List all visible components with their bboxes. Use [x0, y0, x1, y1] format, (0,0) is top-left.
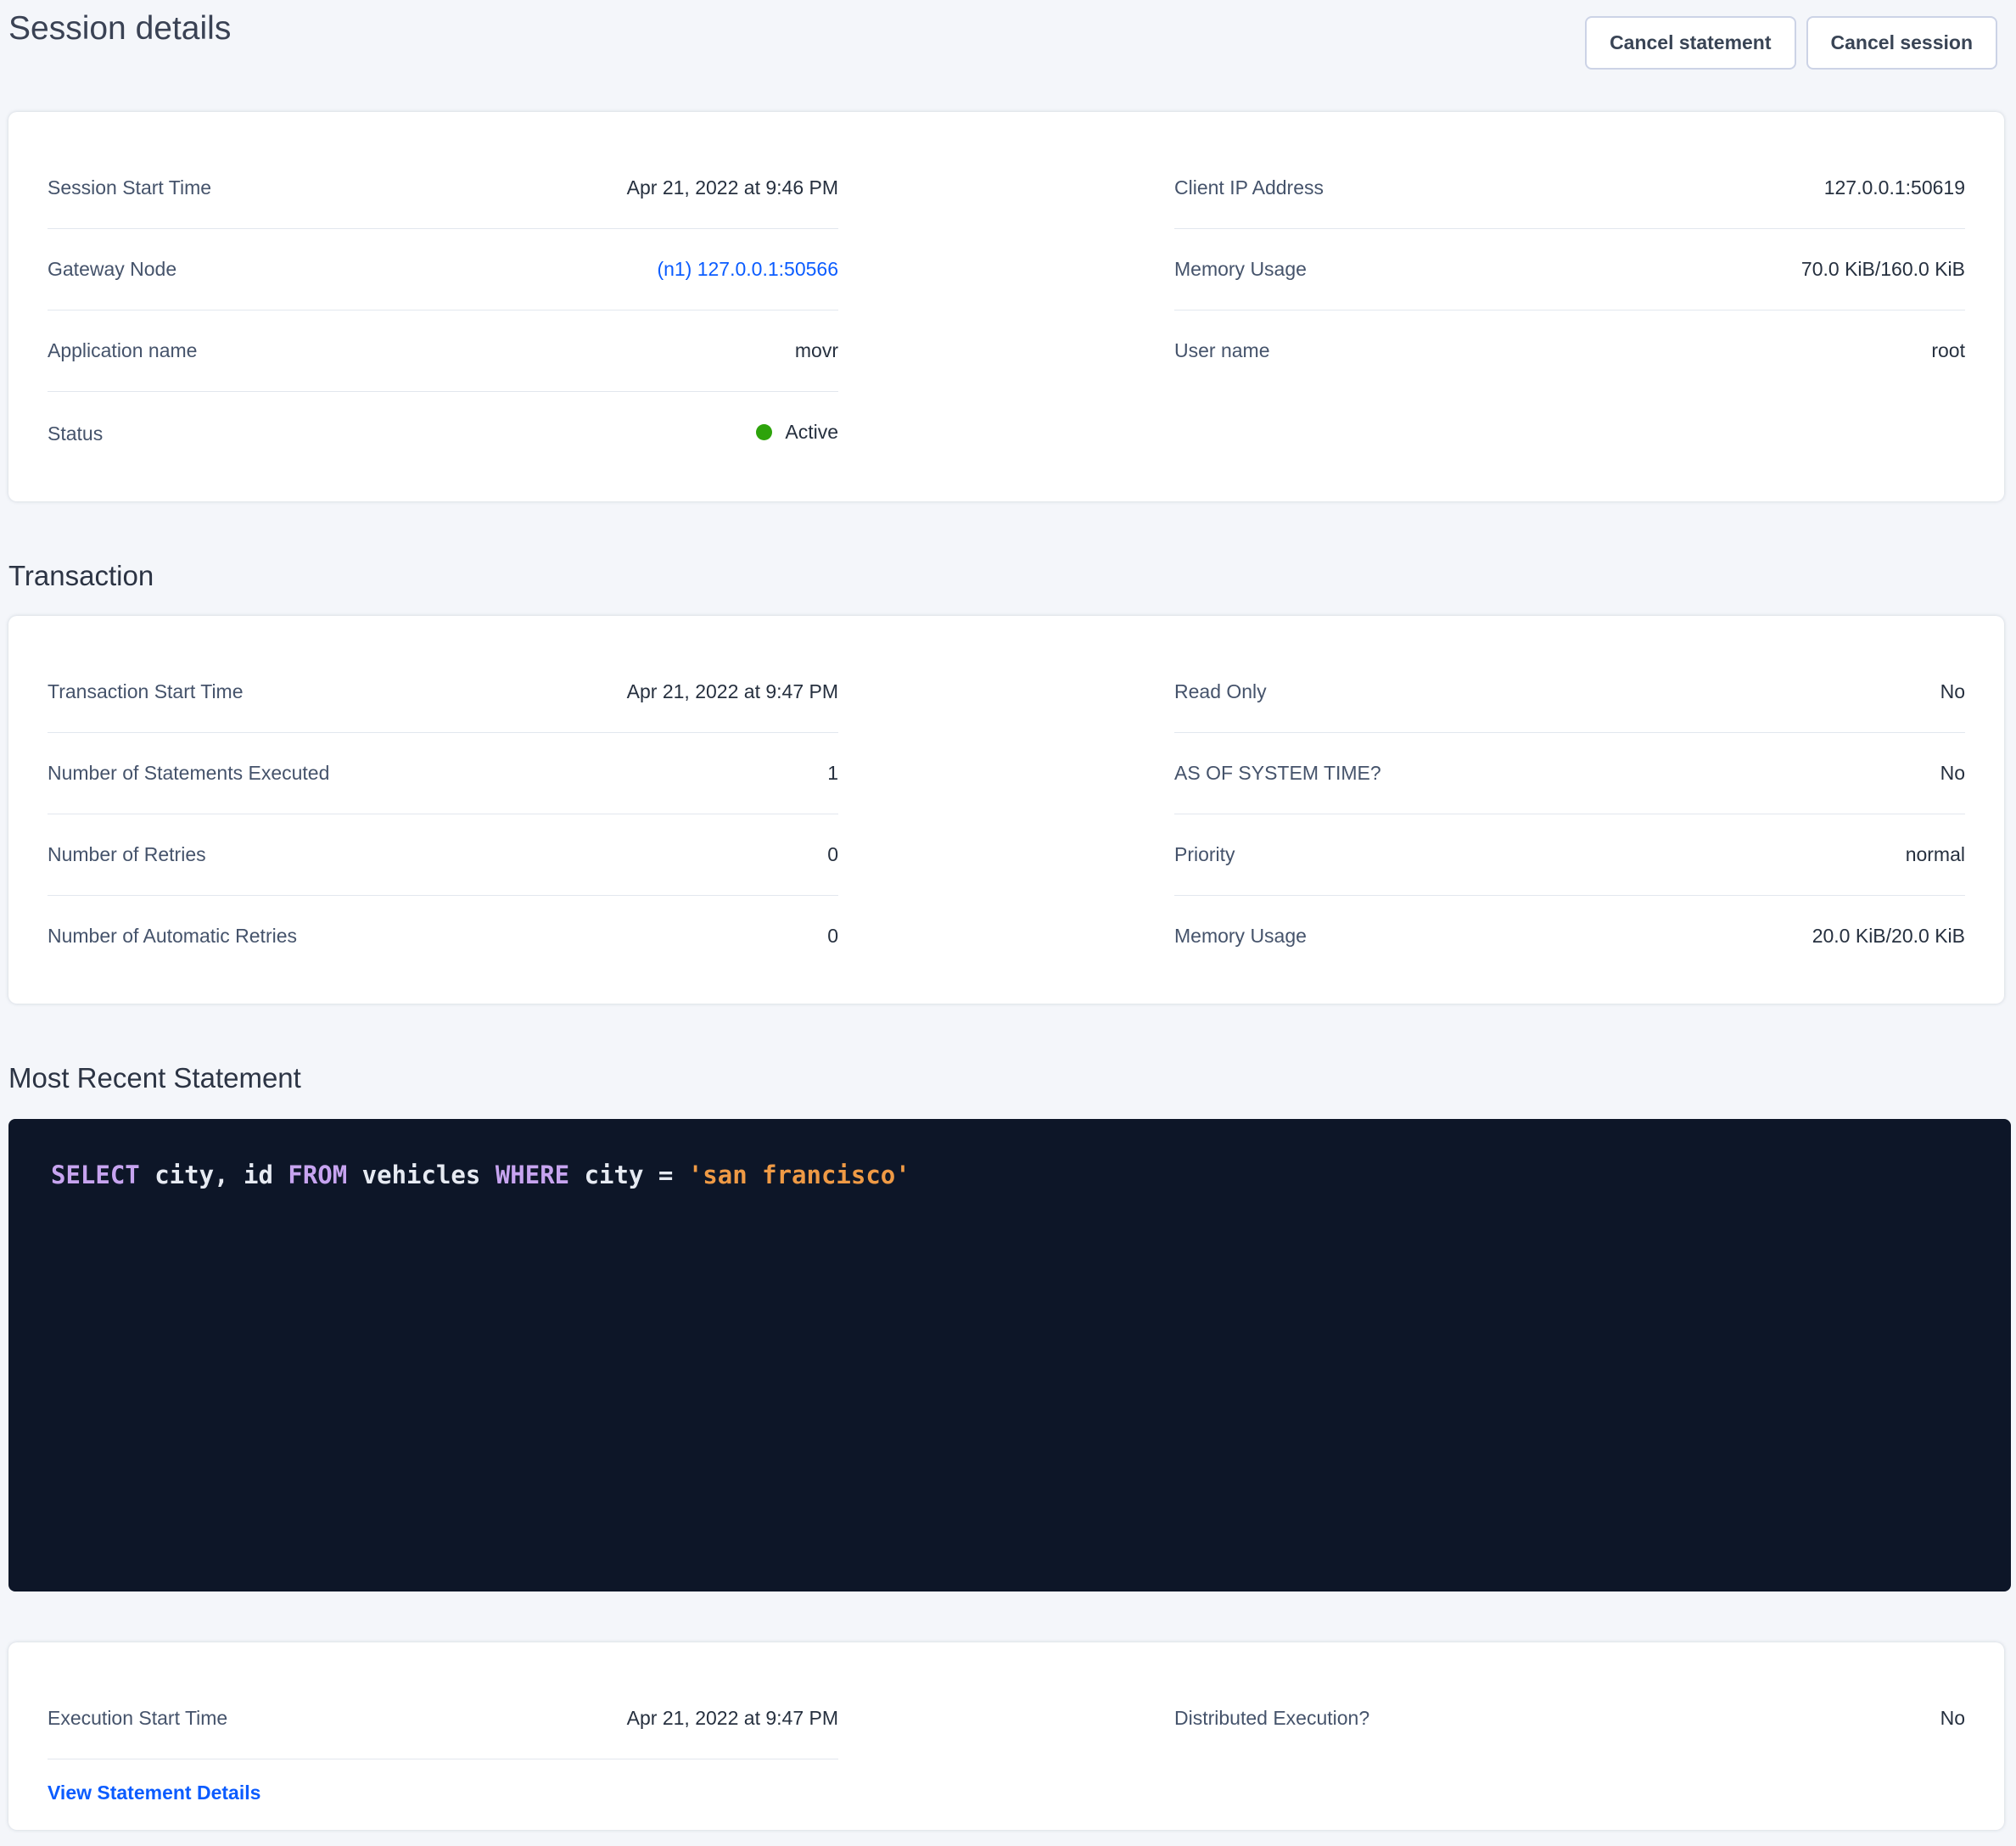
row-label: Execution Start Time [48, 1709, 244, 1728]
user-name-row: User name root [1174, 310, 1965, 391]
page-title: Session details [8, 10, 231, 48]
row-value: Apr 21, 2022 at 9:47 PM [627, 682, 838, 702]
status-text: Active [785, 422, 838, 442]
transaction-section-heading: Transaction [8, 561, 2016, 591]
read-only-row: Read Only No [1174, 652, 1965, 733]
session-start-time-row: Session Start Time Apr 21, 2022 at 9:46 … [48, 148, 838, 229]
gateway-node-link[interactable]: (n1) 127.0.0.1:50566 [657, 260, 838, 279]
session-summary-card: Session Start Time Apr 21, 2022 at 9:46 … [8, 112, 2004, 501]
automatic-retries-row: Number of Automatic Retries 0 [48, 896, 838, 976]
retries-row: Number of Retries 0 [48, 814, 838, 896]
sql-keyword-token: WHERE [496, 1161, 569, 1189]
transaction-start-time-row: Transaction Start Time Apr 21, 2022 at 9… [48, 652, 838, 733]
execution-right-column: Distributed Execution? No [1174, 1678, 1965, 1759]
row-label: Memory Usage [1174, 926, 1324, 946]
gateway-node-row: Gateway Node (n1) 127.0.0.1:50566 [48, 229, 838, 310]
session-summary-right-column: Client IP Address 127.0.0.1:50619 Memory… [1174, 148, 1965, 391]
row-label: Number of Statements Executed [48, 764, 346, 783]
session-memory-usage-row: Memory Usage 70.0 KiB/160.0 KiB [1174, 229, 1965, 310]
execution-summary-card: Execution Start Time Apr 21, 2022 at 9:4… [8, 1642, 2004, 1830]
row-label: Distributed Execution? [1174, 1709, 1386, 1728]
transaction-summary-card: Transaction Start Time Apr 21, 2022 at 9… [8, 616, 2004, 1004]
transaction-right-column: Read Only No AS OF SYSTEM TIME? No Prior… [1174, 652, 1965, 976]
cancel-session-button[interactable]: Cancel session [1806, 16, 1997, 70]
row-label: Status [48, 424, 120, 444]
row-value: normal [1906, 845, 1965, 864]
row-value: root [1931, 341, 1965, 361]
view-statement-details-row: View Statement Details [48, 1759, 838, 1803]
status-row: Status Active [48, 392, 838, 474]
execution-start-time-row: Execution Start Time Apr 21, 2022 at 9:4… [48, 1678, 838, 1759]
row-label: Client IP Address [1174, 178, 1341, 198]
row-label: Gateway Node [48, 260, 193, 279]
session-summary-left-column: Session Start Time Apr 21, 2022 at 9:46 … [48, 148, 838, 474]
row-label: Priority [1174, 845, 1252, 864]
most-recent-statement-heading: Most Recent Statement [8, 1063, 2016, 1094]
row-value: 20.0 KiB/20.0 KiB [1812, 926, 1965, 946]
page-header: Session details Cancel statement Cancel … [0, 0, 2016, 70]
row-value: Apr 21, 2022 at 9:47 PM [627, 1709, 838, 1728]
sql-plain-token: city = [569, 1161, 688, 1189]
row-value: 70.0 KiB/160.0 KiB [1801, 260, 1965, 279]
client-ip-row: Client IP Address 127.0.0.1:50619 [1174, 148, 1965, 229]
row-label: Transaction Start Time [48, 682, 260, 702]
sql-keyword-token: FROM [288, 1161, 347, 1189]
row-value: No [1940, 682, 1965, 702]
row-value: 127.0.0.1:50619 [1824, 178, 1965, 198]
row-value: movr [795, 341, 838, 361]
row-label: Number of Retries [48, 845, 223, 864]
application-name-row: Application name movr [48, 310, 838, 392]
sql-plain-token: city, id [140, 1161, 288, 1189]
row-value: 1 [827, 764, 838, 783]
row-label: Read Only [1174, 682, 1284, 702]
distributed-execution-row: Distributed Execution? No [1174, 1678, 1965, 1759]
sql-string-token: 'san francisco' [688, 1161, 910, 1189]
view-statement-details-link[interactable]: View Statement Details [48, 1782, 260, 1804]
transaction-left-column: Transaction Start Time Apr 21, 2022 at 9… [48, 652, 838, 976]
row-label: User name [1174, 341, 1286, 361]
sql-statement-text: SELECT city, id FROM vehicles WHERE city… [51, 1158, 1968, 1193]
sql-plain-token: vehicles [347, 1161, 496, 1189]
row-label: Memory Usage [1174, 260, 1324, 279]
row-value: 0 [827, 926, 838, 946]
statements-executed-row: Number of Statements Executed 1 [48, 733, 838, 814]
sql-keyword-token: SELECT [51, 1161, 140, 1189]
cancel-statement-button[interactable]: Cancel statement [1585, 16, 1795, 70]
status-active-dot-icon [756, 424, 772, 440]
row-label: Application name [48, 341, 214, 361]
execution-left-column: Execution Start Time Apr 21, 2022 at 9:4… [48, 1678, 838, 1803]
row-value: No [1940, 764, 1965, 783]
row-label: Session Start Time [48, 178, 228, 198]
priority-row: Priority normal [1174, 814, 1965, 896]
sql-code-block: SELECT city, id FROM vehicles WHERE city… [8, 1119, 2011, 1591]
row-value: No [1940, 1709, 1965, 1728]
header-actions: Cancel statement Cancel session [1575, 16, 1997, 70]
transaction-memory-usage-row: Memory Usage 20.0 KiB/20.0 KiB [1174, 896, 1965, 976]
row-value: 0 [827, 845, 838, 864]
row-label: Number of Automatic Retries [48, 926, 314, 946]
as-of-system-time-row: AS OF SYSTEM TIME? No [1174, 733, 1965, 814]
status-badge: Active [756, 422, 838, 442]
row-label: AS OF SYSTEM TIME? [1174, 764, 1398, 783]
row-value: Apr 21, 2022 at 9:46 PM [627, 178, 838, 198]
